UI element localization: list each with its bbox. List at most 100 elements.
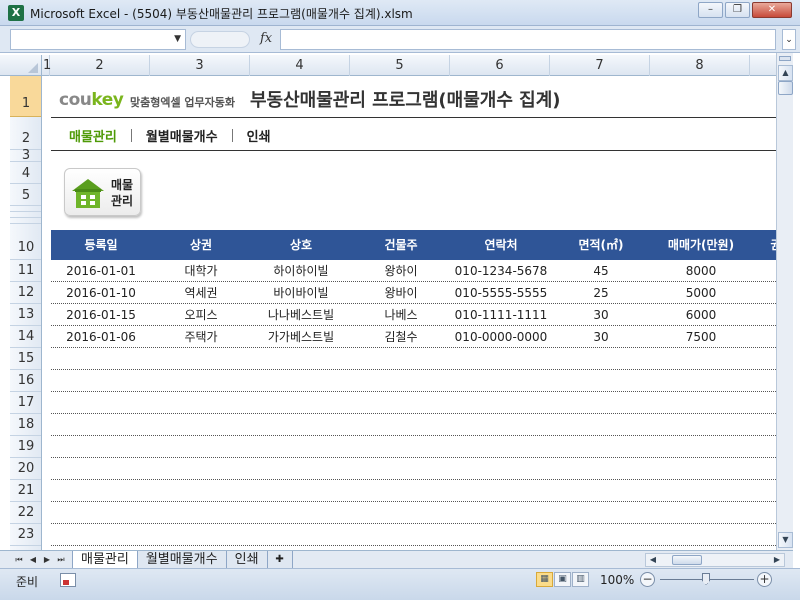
table-header-cell[interactable]: 상호 xyxy=(251,230,351,260)
row-header[interactable]: 12 xyxy=(10,282,41,304)
row-header[interactable]: 2 xyxy=(10,117,41,150)
menu-item-property-management[interactable]: 매물관리 xyxy=(69,126,117,145)
table-row-empty[interactable] xyxy=(51,348,776,370)
table-row-empty[interactable] xyxy=(51,458,776,480)
table-cell[interactable]: 010-1111-1111 xyxy=(451,304,551,326)
table-header-cell[interactable]: 상권 xyxy=(151,230,251,260)
table-cell[interactable]: 가가베스트빌 xyxy=(251,326,351,348)
insert-function-icon[interactable]: fx xyxy=(260,31,272,46)
row-header[interactable]: 11 xyxy=(10,260,41,282)
tab-monthly-count[interactable]: 월별매물개수 xyxy=(136,551,227,569)
last-sheet-icon[interactable]: ⏭ xyxy=(54,553,68,566)
table-cell[interactable]: 나나베스트빌 xyxy=(251,304,351,326)
row-header[interactable]: 22 xyxy=(10,502,41,524)
page-break-view-icon[interactable]: ▥ xyxy=(572,572,589,587)
column-header[interactable]: 5 xyxy=(350,55,450,76)
table-cell[interactable]: 2016-01-01 xyxy=(51,260,151,282)
table-cell[interactable]: 주택가 xyxy=(151,326,251,348)
row-header[interactable]: 4 xyxy=(10,162,41,184)
scroll-down-icon[interactable]: ▼ xyxy=(778,532,793,548)
zoom-out-icon[interactable]: − xyxy=(640,572,655,587)
next-sheet-icon[interactable]: ▶ xyxy=(40,553,54,566)
vertical-scrollbar[interactable]: ▲ ▼ xyxy=(776,53,793,550)
name-box[interactable]: ▼ xyxy=(10,29,186,50)
table-cell[interactable]: 6000 xyxy=(651,304,751,326)
menu-item-monthly-count[interactable]: 월별매물개수 xyxy=(146,126,218,145)
table-row-empty[interactable] xyxy=(51,524,776,546)
table-cell[interactable]: 25 xyxy=(551,282,651,304)
table-cell[interactable]: 30 xyxy=(551,326,651,348)
table-cell[interactable]: 역세권 xyxy=(151,282,251,304)
row-header[interactable]: 20 xyxy=(10,458,41,480)
insert-sheet-icon[interactable]: ✚ xyxy=(266,551,293,569)
column-header[interactable]: 1 xyxy=(43,55,51,76)
select-all-corner[interactable] xyxy=(10,55,42,76)
chevron-down-icon[interactable]: ▼ xyxy=(174,34,181,44)
minimize-button[interactable]: – xyxy=(698,2,723,18)
scroll-left-icon[interactable]: ◀ xyxy=(647,554,659,566)
table-cell[interactable]: 2016-01-10 xyxy=(51,282,151,304)
horizontal-scroll-thumb[interactable] xyxy=(672,555,702,565)
macro-record-icon[interactable] xyxy=(60,573,76,587)
first-sheet-icon[interactable]: ⏮ xyxy=(12,553,26,566)
table-cell[interactable]: 8000 xyxy=(651,260,751,282)
expand-formula-bar-icon[interactable]: ⌄ xyxy=(782,29,796,50)
table-cell[interactable]: 김철수 xyxy=(351,326,451,348)
restore-button[interactable]: ❐ xyxy=(725,2,750,18)
scroll-up-icon[interactable]: ▲ xyxy=(778,65,793,81)
row-header[interactable]: 13 xyxy=(10,304,41,326)
tab-print[interactable]: 인쇄 xyxy=(225,551,268,569)
row-header[interactable]: 18 xyxy=(10,414,41,436)
zoom-in-icon[interactable]: + xyxy=(757,572,772,587)
row-header[interactable]: 1 xyxy=(10,76,41,117)
horizontal-scrollbar[interactable]: ◀ ▶ xyxy=(645,553,785,567)
row-header[interactable]: 15 xyxy=(10,348,41,370)
row-header[interactable]: 5 xyxy=(10,184,41,206)
page-layout-view-icon[interactable]: ▣ xyxy=(554,572,571,587)
table-cell[interactable]: 왕바이 xyxy=(351,282,451,304)
table-cell[interactable]: 45 xyxy=(551,260,651,282)
column-header[interactable]: 3 xyxy=(150,55,250,76)
table-cell[interactable]: 30 xyxy=(551,304,651,326)
table-header-cell[interactable]: 건물주 xyxy=(351,230,451,260)
column-header[interactable]: 7 xyxy=(550,55,650,76)
table-row-empty[interactable] xyxy=(51,480,776,502)
table-cell[interactable]: 하이하이빌 xyxy=(251,260,351,282)
column-header[interactable]: 4 xyxy=(250,55,350,76)
table-cell[interactable]: 2016-01-15 xyxy=(51,304,151,326)
vertical-scroll-thumb[interactable] xyxy=(778,81,793,95)
table-row-empty[interactable] xyxy=(51,370,776,392)
column-header[interactable]: 8 xyxy=(650,55,750,76)
split-handle[interactable] xyxy=(779,56,791,61)
table-cell[interactable]: 010-0000-0000 xyxy=(451,326,551,348)
table-cell[interactable]: 5000 xyxy=(651,282,751,304)
row-header[interactable]: 23 xyxy=(10,524,41,546)
property-management-button[interactable]: 매물 관리 xyxy=(64,168,141,216)
table-row[interactable]: 2016-01-10 역세권 바이바이빌 왕바이 010-5555-5555 2… xyxy=(51,282,776,304)
table-header-cell[interactable]: 매매가(만원) xyxy=(651,230,751,260)
table-row-empty[interactable] xyxy=(51,502,776,524)
table-cell[interactable]: 바이바이빌 xyxy=(251,282,351,304)
table-cell[interactable]: 010-5555-5555 xyxy=(451,282,551,304)
tab-property-management[interactable]: 매물관리 xyxy=(72,551,138,569)
table-row[interactable]: 2016-01-15 오피스 나나베스트빌 나베스 010-1111-1111 … xyxy=(51,304,776,326)
normal-view-icon[interactable]: ▦ xyxy=(536,572,553,587)
close-button[interactable]: ✕ xyxy=(752,2,792,18)
table-cell[interactable]: 010-1234-5678 xyxy=(451,260,551,282)
table-header-cell[interactable]: 권 xyxy=(751,230,776,260)
zoom-level[interactable]: 100% xyxy=(600,573,634,587)
column-header[interactable]: 6 xyxy=(450,55,550,76)
table-header-cell[interactable]: 연락처 xyxy=(451,230,551,260)
table-row-empty[interactable] xyxy=(51,392,776,414)
table-cell[interactable]: 오피스 xyxy=(151,304,251,326)
menu-item-print[interactable]: 인쇄 xyxy=(247,126,271,145)
row-header[interactable]: 10 xyxy=(10,224,41,260)
table-row[interactable]: 2016-01-01 대학가 하이하이빌 왕하이 010-1234-5678 4… xyxy=(51,260,776,282)
row-header[interactable]: 16 xyxy=(10,370,41,392)
prev-sheet-icon[interactable]: ◀ xyxy=(26,553,40,566)
table-cell[interactable]: 2016-01-06 xyxy=(51,326,151,348)
table-row-empty[interactable] xyxy=(51,436,776,458)
formula-input[interactable] xyxy=(280,29,776,50)
scroll-right-icon[interactable]: ▶ xyxy=(771,554,783,566)
table-header-cell[interactable]: 등록일 xyxy=(51,230,151,260)
